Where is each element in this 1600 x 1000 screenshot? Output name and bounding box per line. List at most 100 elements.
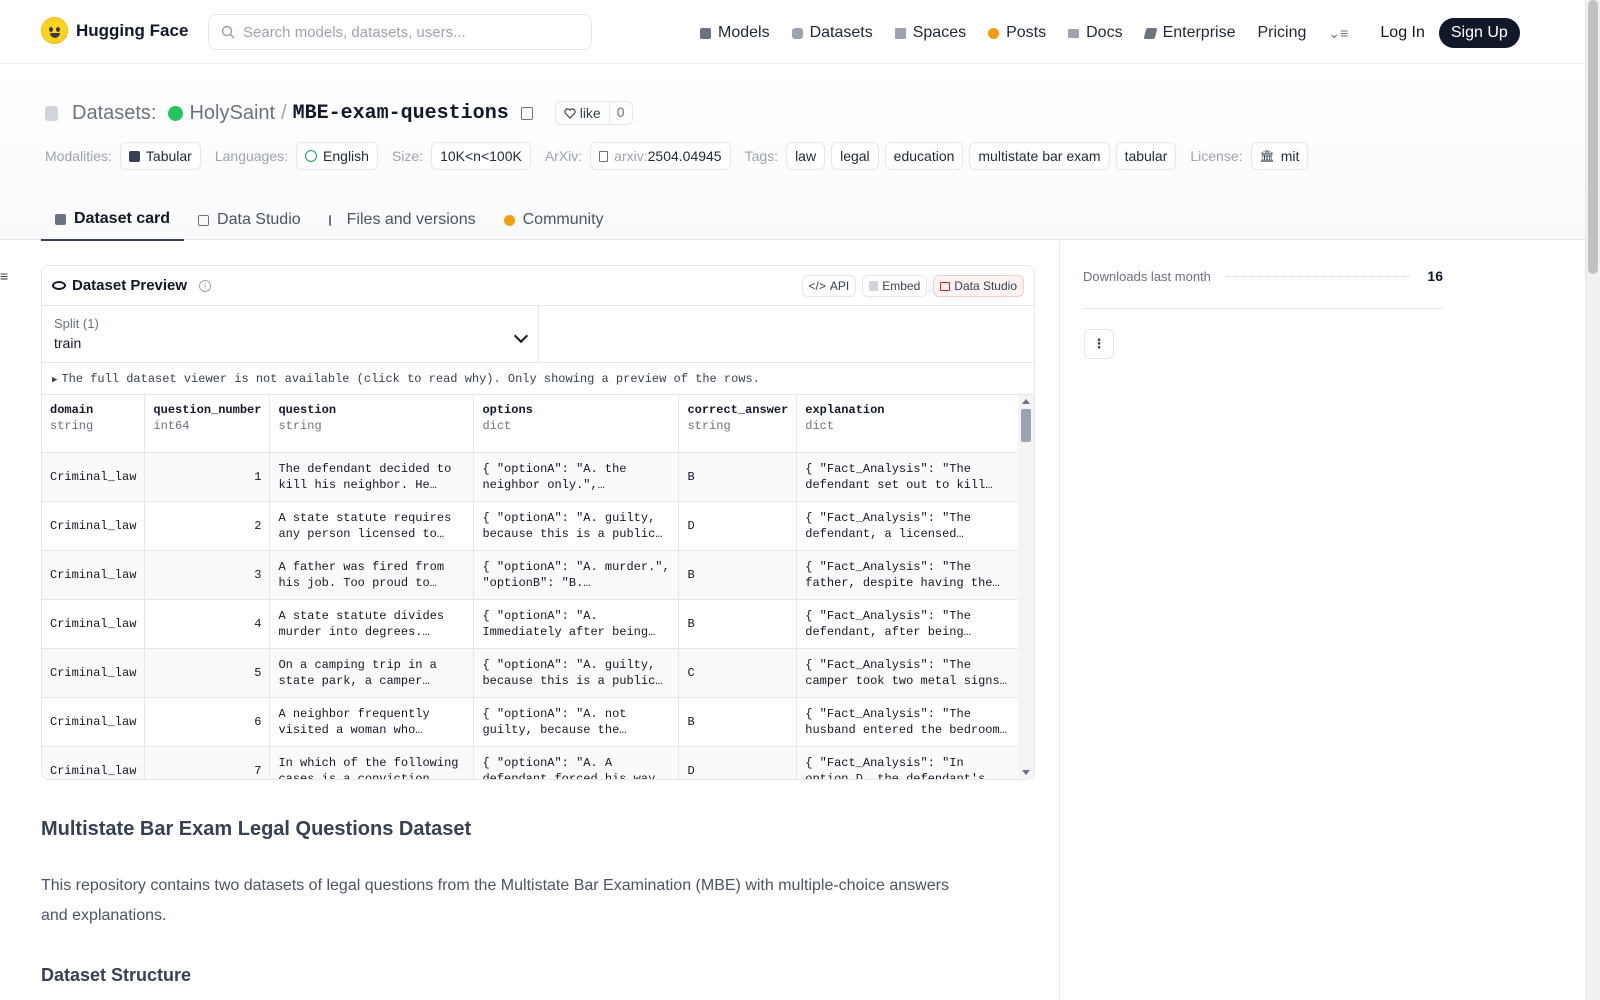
tag-chip[interactable]: legal: [831, 142, 879, 170]
more-options-button[interactable]: ⋮: [1084, 329, 1114, 359]
section-link[interactable]: Datasets:: [72, 102, 156, 125]
table-cell[interactable]: In which of the following cases is a con…: [269, 746, 475, 779]
tag-chip[interactable]: law: [786, 142, 826, 170]
table-row[interactable]: Criminal_law 1 The defendant decided to ki…: [42, 452, 1022, 502]
table-cell[interactable]: On a camping trip in a state park, a cam…: [269, 648, 475, 698]
embed-button[interactable]: Embed: [862, 275, 928, 297]
table-cell[interactable]: B: [678, 599, 798, 649]
table-cell[interactable]: { "Fact_Analysis": "The husband entered …: [796, 697, 1022, 747]
table-cell[interactable]: 4: [144, 599, 271, 649]
tag-chip[interactable]: education: [884, 142, 964, 170]
table-cell[interactable]: { "optionA": "A. guilty, because this is…: [473, 648, 680, 698]
table-cell[interactable]: A father was fired from his job. Too pro…: [269, 550, 475, 600]
table-cell[interactable]: { "optionA": "A. not guilty, because the…: [473, 697, 680, 747]
table-row[interactable]: Criminal_law 5 On a camping trip in a stat…: [42, 648, 1022, 698]
table-cell[interactable]: A neighbor frequently visited a woman wh…: [269, 697, 475, 747]
table-cell[interactable]: Criminal_law: [42, 697, 146, 747]
language-chip[interactable]: English: [296, 142, 378, 170]
table-cell[interactable]: { "optionA": "A. Immediately after being…: [473, 599, 680, 649]
owner-link[interactable]: HolySaint: [189, 102, 275, 125]
table-row[interactable]: Criminal_law 6 A neighbor frequently visit…: [42, 697, 1022, 747]
copy-icon[interactable]: [520, 106, 533, 120]
table-cell[interactable]: B: [678, 550, 798, 600]
login-link[interactable]: Log In: [1380, 24, 1424, 42]
license-chip[interactable]: 🏛 mit: [1250, 142, 1309, 170]
table-cell[interactable]: A state statute requires any person lice…: [269, 501, 475, 551]
page-scrollbar[interactable]: [1585, 0, 1600, 1000]
table-cell[interactable]: 7: [144, 746, 271, 779]
table-cell[interactable]: Criminal_law: [42, 501, 146, 551]
api-button[interactable]: </> API: [801, 275, 857, 297]
tab-dataset-card[interactable]: Dataset card: [41, 199, 185, 241]
table-cell[interactable]: 1: [144, 452, 271, 502]
table-cell[interactable]: 6: [144, 697, 271, 747]
nav-datasets[interactable]: Datasets: [791, 19, 873, 47]
nav-spaces[interactable]: Spaces: [894, 19, 966, 47]
table-cell[interactable]: C: [678, 648, 798, 698]
table-cell[interactable]: D: [678, 501, 798, 551]
toc-toggle-icon[interactable]: ≡: [0, 268, 8, 284]
tab-files-and-versions[interactable]: Files and versions: [315, 199, 490, 241]
table-row[interactable]: Criminal_law 7 In which of the following c…: [42, 746, 1022, 779]
search-box[interactable]: [208, 14, 592, 50]
table-cell[interactable]: { "Fact_Analysis": "The defendant, after…: [796, 599, 1022, 649]
tag-chip[interactable]: multistate bar exam: [969, 142, 1110, 170]
column-header[interactable]: question string: [269, 395, 475, 453]
more-menu-icon[interactable]: ⌄≡: [1328, 25, 1350, 42]
column-header[interactable]: correct_answer string: [678, 395, 798, 453]
table-cell[interactable]: { "optionA": "A. the neighbor only.", "o…: [473, 452, 680, 502]
table-cell[interactable]: Criminal_law: [42, 550, 146, 600]
column-header[interactable]: question_number int64: [144, 395, 271, 453]
search-input[interactable]: [243, 23, 573, 41]
table-cell[interactable]: A state statute divides murder into degr…: [269, 599, 475, 649]
logo[interactable]: Hugging Face: [41, 17, 188, 44]
table-cell[interactable]: { "optionA": "A. A defendant forced his …: [473, 746, 680, 779]
table-cell[interactable]: B: [678, 697, 798, 747]
column-header[interactable]: domain string: [42, 395, 146, 453]
column-header[interactable]: explanation dict: [796, 395, 1022, 453]
table-cell[interactable]: 5: [144, 648, 271, 698]
signup-button[interactable]: Sign Up: [1438, 18, 1520, 48]
table-cell[interactable]: { "optionA": "A. guilty, because this is…: [473, 501, 680, 551]
table-cell[interactable]: 3: [144, 550, 271, 600]
arxiv-chip[interactable]: arxiv: 2504.04945: [590, 142, 731, 170]
info-icon[interactable]: i: [199, 279, 212, 292]
table-cell[interactable]: The defendant decided to kill his neighb…: [269, 452, 475, 502]
table-cell[interactable]: Criminal_law: [42, 746, 146, 779]
table-row[interactable]: Criminal_law 4 A state statute divides mur…: [42, 599, 1022, 649]
table-cell[interactable]: D: [678, 746, 798, 779]
like-button[interactable]: like 0: [554, 101, 633, 125]
table-scrollbar[interactable]: [1018, 395, 1034, 779]
preview-table-wrapper[interactable]: domain string question_number int64 questi…: [42, 395, 1034, 779]
table-cell[interactable]: { "optionA": "A. murder.", "optionB": "B…: [473, 550, 680, 600]
viewer-notice[interactable]: ▶ The full dataset viewer is not availabl…: [42, 363, 1034, 395]
split-select[interactable]: Split (1) train: [42, 306, 539, 362]
table-row[interactable]: Criminal_law 2 A state statute requires an…: [42, 501, 1022, 551]
dataset-name[interactable]: MBE-exam-questions: [293, 102, 509, 125]
table-cell[interactable]: { "Fact_Analysis": "The defendant set ou…: [796, 452, 1022, 502]
data-studio-button[interactable]: Data Studio: [933, 275, 1024, 297]
table-cell[interactable]: Criminal_law: [42, 452, 146, 502]
nav-posts[interactable]: Posts: [988, 19, 1046, 47]
table-row[interactable]: Criminal_law 3 A father was fired from his…: [42, 550, 1022, 600]
scroll-up-icon[interactable]: [1022, 399, 1030, 404]
page-scrollbar-thumb[interactable]: [1588, 0, 1598, 274]
column-header[interactable]: options dict: [473, 395, 680, 453]
nav-pricing[interactable]: Pricing: [1257, 19, 1306, 47]
table-cell[interactable]: Criminal_law: [42, 599, 146, 649]
scrollbar-thumb[interactable]: [1021, 409, 1031, 442]
tab-community[interactable]: Community: [490, 199, 618, 241]
nav-enterprise[interactable]: Enterprise: [1143, 19, 1235, 47]
size-chip[interactable]: 10K<n<100K: [431, 142, 531, 170]
tab-data-studio[interactable]: Data Studio: [184, 199, 315, 241]
table-cell[interactable]: { "Fact_Analysis": "The defendant, a lic…: [796, 501, 1022, 551]
scroll-down-icon[interactable]: [1022, 770, 1030, 775]
nav-docs[interactable]: Docs: [1068, 19, 1123, 47]
table-cell[interactable]: { "Fact_Analysis": "In option D, the def…: [796, 746, 1022, 779]
tag-chip[interactable]: tabular: [1115, 142, 1177, 170]
table-cell[interactable]: { "Fact_Analysis": "The camper took two …: [796, 648, 1022, 698]
table-cell[interactable]: B: [678, 452, 798, 502]
nav-models[interactable]: Models: [700, 19, 770, 47]
table-cell[interactable]: Criminal_law: [42, 648, 146, 698]
table-cell[interactable]: { "Fact_Analysis": "The father, despite …: [796, 550, 1022, 600]
